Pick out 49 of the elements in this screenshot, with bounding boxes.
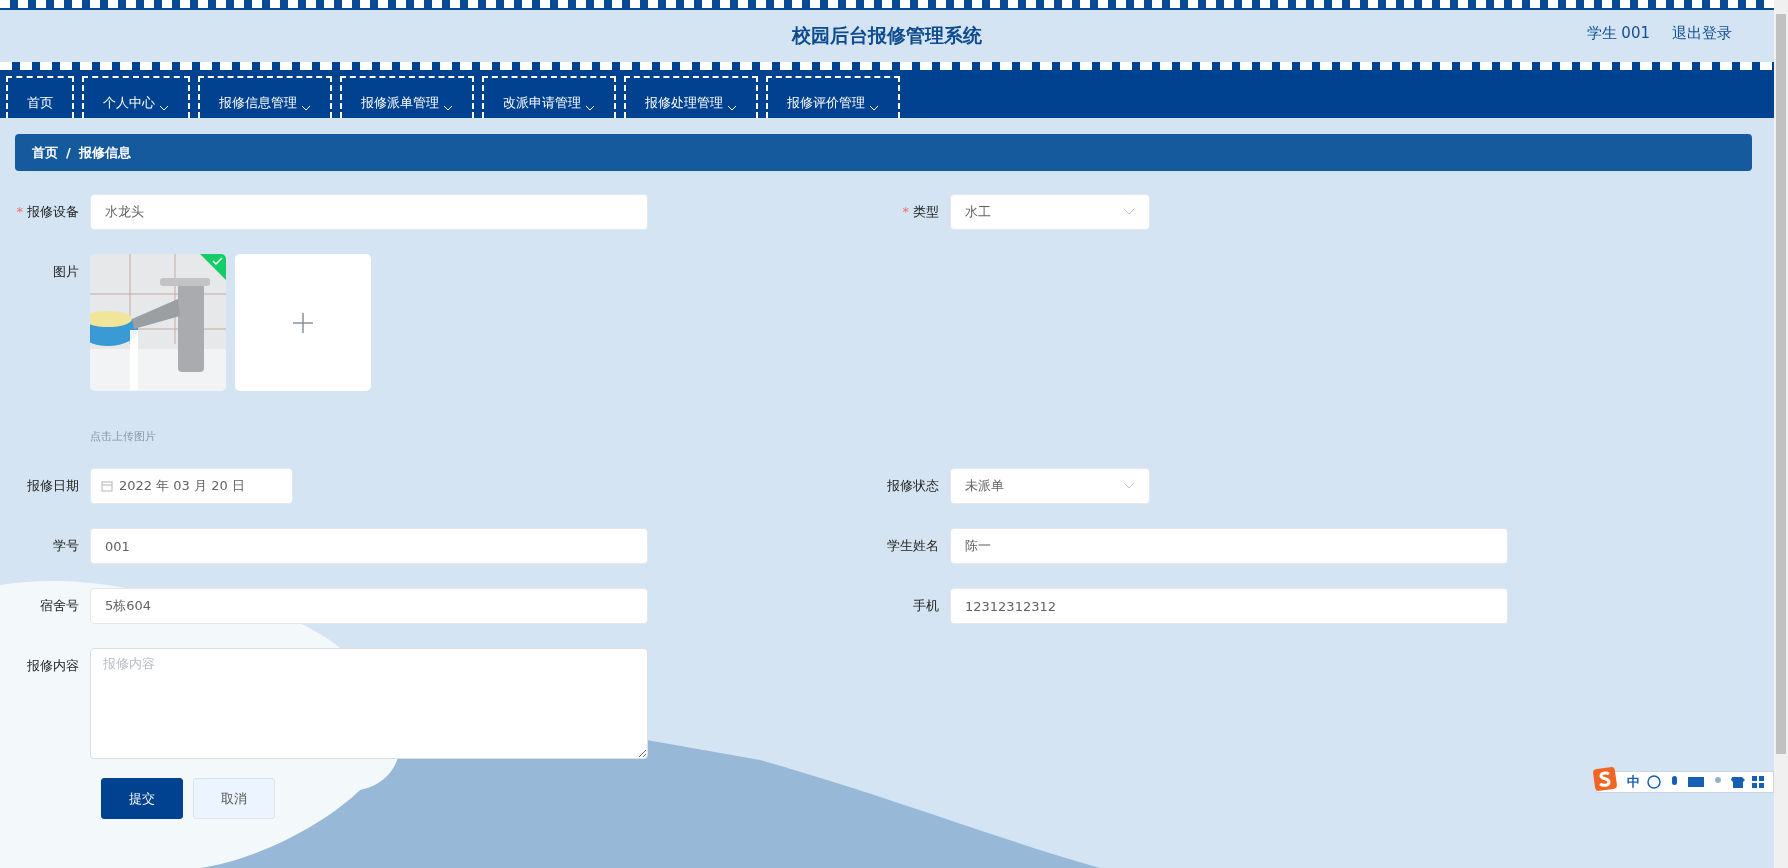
user-name[interactable]: 学生 001 bbox=[1586, 24, 1650, 43]
field-label: * 报修设备 bbox=[15, 203, 80, 221]
field-label: 宿舍号 bbox=[39, 597, 80, 615]
field-label: * 类型 bbox=[901, 203, 940, 221]
text-field[interactable]: 001 bbox=[90, 528, 648, 564]
text-field[interactable]: 水龙头 bbox=[90, 194, 648, 230]
nav-tab[interactable]: 报修派单管理 bbox=[340, 76, 474, 118]
nav-tab[interactable]: 首页 bbox=[6, 76, 74, 118]
ime-tools-icon bbox=[1646, 774, 1766, 790]
ime-mode-toggle[interactable]: 中 bbox=[1627, 773, 1640, 791]
cancel-button[interactable]: 取消 bbox=[193, 778, 275, 819]
select-field[interactable]: 水工 bbox=[950, 194, 1150, 230]
date-field[interactable]: 2022 年 03 月 20 日 bbox=[90, 468, 293, 504]
nav-tab[interactable]: 改派申请管理 bbox=[482, 76, 616, 118]
chevron-down-icon bbox=[301, 105, 311, 112]
calendar-icon bbox=[101, 480, 113, 492]
nav-tab[interactable]: 个人中心 bbox=[82, 76, 190, 118]
upload-hint: 点击上传图片 bbox=[90, 429, 157, 444]
chevron-down-icon bbox=[585, 105, 595, 112]
text-field[interactable]: 陈一 bbox=[950, 528, 1508, 564]
field-label: 图片 bbox=[52, 263, 80, 281]
plus-icon bbox=[292, 311, 314, 334]
text-field[interactable]: 5栋604 bbox=[90, 588, 648, 624]
chevron-down-icon bbox=[159, 105, 169, 112]
chevron-down-icon bbox=[1123, 208, 1135, 216]
breadcrumb-item: 报修信息 bbox=[78, 143, 131, 162]
field-label: 手机 bbox=[912, 597, 940, 615]
select-field[interactable]: 未派单 bbox=[950, 468, 1150, 504]
field-label: 报修状态 bbox=[886, 477, 940, 495]
breadcrumb-item[interactable]: 首页 bbox=[32, 143, 58, 162]
nav-tab[interactable]: 报修处理管理 bbox=[624, 76, 758, 118]
breadcrumb-separator: / bbox=[66, 145, 71, 160]
chevron-down-icon bbox=[1123, 482, 1135, 490]
content-textarea[interactable]: 报修内容 bbox=[90, 648, 648, 759]
field-label: 学号 bbox=[52, 537, 80, 555]
submit-button[interactable]: 提交 bbox=[101, 778, 183, 819]
field-label: 报修内容 bbox=[26, 657, 80, 675]
chevron-down-icon bbox=[727, 105, 737, 112]
scrollbar[interactable] bbox=[1774, 0, 1788, 868]
chevron-down-icon bbox=[443, 105, 453, 112]
logout-link[interactable]: 退出登录 bbox=[1672, 24, 1732, 43]
nav-tab[interactable]: 报修信息管理 bbox=[198, 76, 332, 118]
chevron-down-icon bbox=[869, 105, 879, 112]
text-field[interactable]: 12312312312 bbox=[950, 588, 1508, 624]
add-image-button[interactable] bbox=[235, 254, 371, 391]
app-title: 校园后台报修管理系统 bbox=[792, 23, 982, 48]
field-label: 学生姓名 bbox=[886, 537, 940, 555]
field-label: 报修日期 bbox=[26, 477, 80, 495]
nav-tab[interactable]: 报修评价管理 bbox=[766, 76, 900, 118]
